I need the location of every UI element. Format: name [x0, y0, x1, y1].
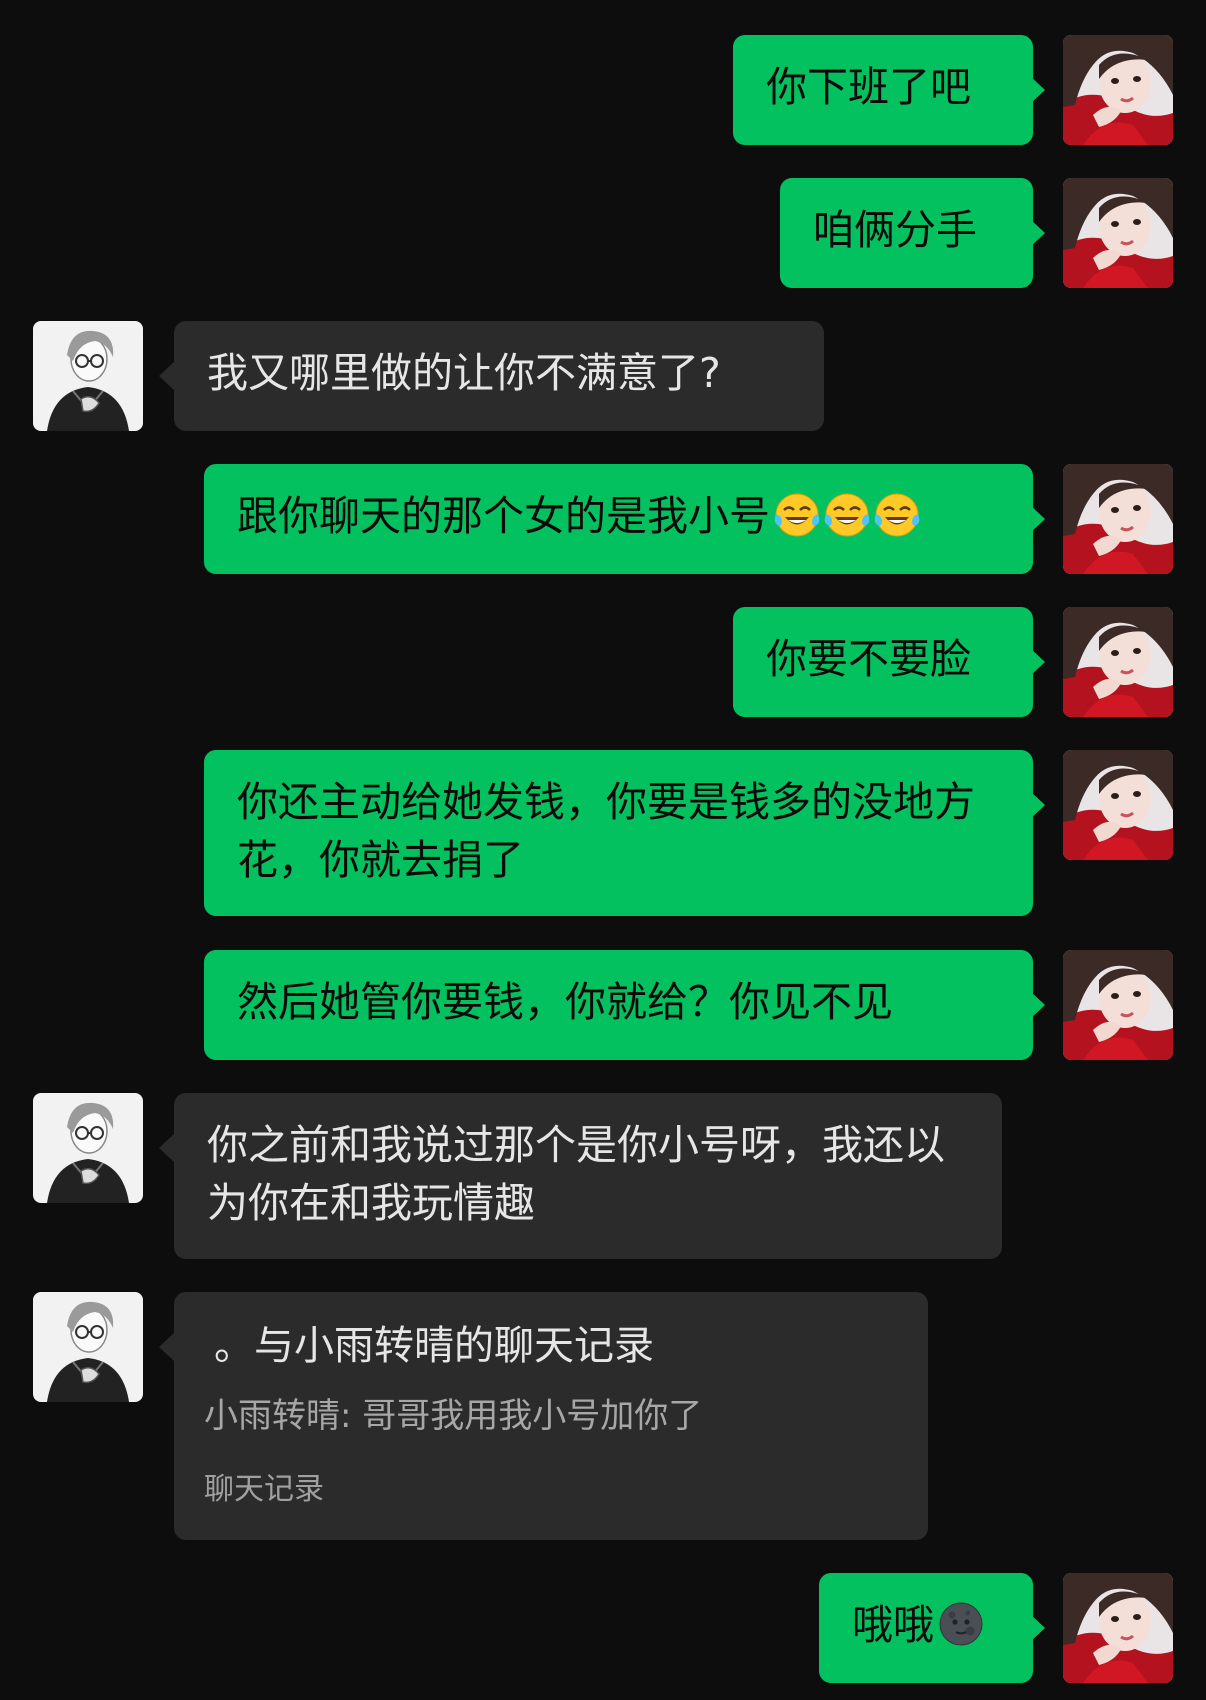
message-text: 然后她管你要钱，你就给？你见不见 [237, 978, 893, 1026]
outgoing-message: 咱俩分手 [0, 178, 1206, 288]
message-bubble[interactable]: 哦哦 [819, 1573, 1033, 1683]
outgoing-message: 你还主动给她发钱，你要是钱多的没地方花，你就去捐了 [0, 750, 1206, 916]
message-text: 你要不要脸 [766, 635, 971, 683]
chat-record-preview: 小雨转晴: 哥哥我用我小号加你了 [204, 1396, 703, 1436]
outgoing-message: 你下班了吧 [0, 35, 1206, 145]
message-text: 咱俩分手 [813, 206, 977, 254]
message-bubble[interactable]: 你下班了吧 [733, 35, 1033, 145]
outgoing-message: 跟你聊天的那个女的是我小号 [0, 464, 1206, 574]
outgoing-message: 然后她管你要钱，你就给？你见不见 [0, 950, 1206, 1060]
message-text: 你还主动给她发钱，你要是钱多的没地方花，你就去捐了 [237, 778, 975, 884]
chat-record-message: 。与小雨转晴的聊天记录小雨转晴: 哥哥我用我小号加你了聊天记录 [0, 1292, 1206, 1540]
outgoing-message: 哦哦 [0, 1573, 1206, 1683]
message-bubble[interactable]: 然后她管你要钱，你就给？你见不见 [204, 950, 1033, 1060]
message-text: 你下班了吧 [766, 63, 971, 111]
message-text: 跟你聊天的那个女的是我小号 [237, 492, 770, 540]
girl-photo-avatar[interactable] [1063, 950, 1173, 1060]
incoming-message: 我又哪里做的让你不满意了? [0, 321, 1206, 431]
anime-boy-sketch-avatar[interactable] [33, 1093, 143, 1203]
new-moon-face-emoji [938, 1601, 984, 1647]
bubble-tail [159, 1333, 174, 1361]
bubble-tail [159, 362, 174, 390]
incoming-message: 你之前和我说过那个是你小号呀，我还以为你在和我玩情趣 [0, 1093, 1206, 1259]
girl-photo-avatar[interactable] [1063, 1573, 1173, 1683]
message-text: 你之前和我说过那个是你小号呀，我还以为你在和我玩情趣 [207, 1121, 945, 1227]
anime-boy-sketch-avatar[interactable] [33, 321, 143, 431]
chat-record-title: 。与小雨转晴的聊天记录 [214, 1323, 654, 1369]
message-bubble[interactable]: 你要不要脸 [733, 607, 1033, 717]
girl-photo-avatar[interactable] [1063, 178, 1173, 288]
message-bubble[interactable]: 你还主动给她发钱，你要是钱多的没地方花，你就去捐了 [204, 750, 1033, 916]
girl-photo-avatar[interactable] [1063, 464, 1173, 574]
message-text: 哦哦 [852, 1601, 934, 1649]
anime-boy-sketch-avatar[interactable] [33, 1292, 143, 1402]
message-bubble[interactable]: 跟你聊天的那个女的是我小号 [204, 464, 1033, 574]
message-bubble[interactable]: 我又哪里做的让你不满意了? [174, 321, 824, 431]
message-bubble[interactable]: 你之前和我说过那个是你小号呀，我还以为你在和我玩情趣 [174, 1093, 1002, 1259]
girl-photo-avatar[interactable] [1063, 607, 1173, 717]
outgoing-message: 你要不要脸 [0, 607, 1206, 717]
chat-message-list[interactable]: 你下班了吧咱俩分手我又哪里做的让你不满意了? 跟你聊天的那个女的是我小号你要不要脸… [0, 0, 1206, 1700]
tears-of-joy-emoji [874, 492, 920, 538]
chat-record-label: 聊天记录 [204, 1472, 324, 1507]
message-text: 我又哪里做的让你不满意了? [207, 349, 721, 397]
chat-record-card[interactable]: 。与小雨转晴的聊天记录小雨转晴: 哥哥我用我小号加你了聊天记录 [174, 1292, 928, 1540]
bubble-tail [159, 1134, 174, 1162]
tears-of-joy-emoji [774, 492, 820, 538]
tears-of-joy-emoji [824, 492, 870, 538]
girl-photo-avatar[interactable] [1063, 750, 1173, 860]
girl-photo-avatar[interactable] [1063, 35, 1173, 145]
message-bubble[interactable]: 咱俩分手 [780, 178, 1033, 288]
